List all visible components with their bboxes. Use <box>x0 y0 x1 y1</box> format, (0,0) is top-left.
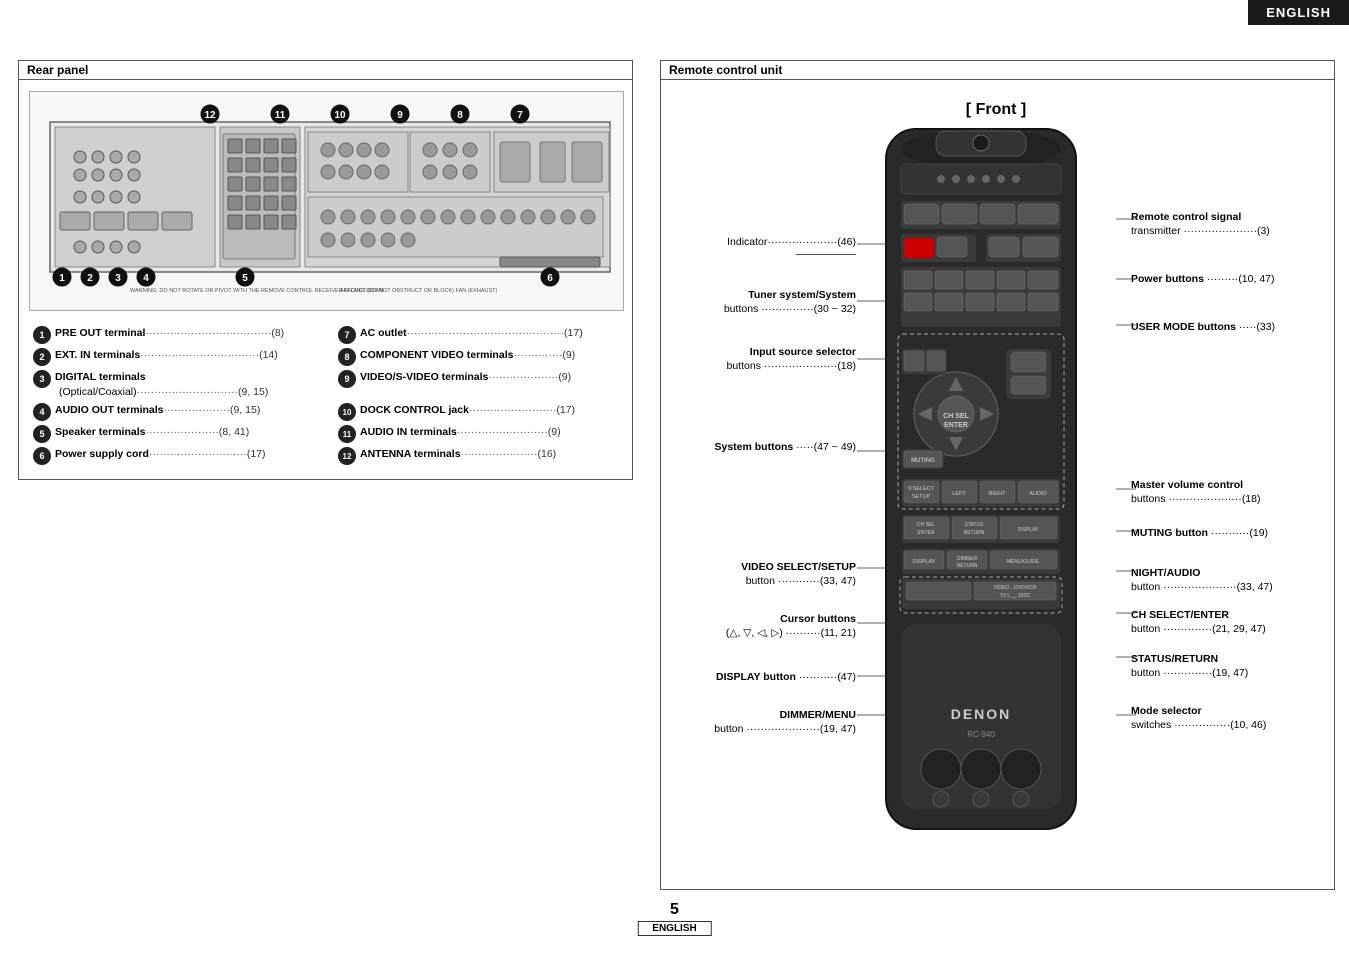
page-language-label: ENGLISH <box>637 921 711 936</box>
rear-panel-diagram: 1 2 3 4 5 6 7 8 9 <box>29 91 624 311</box>
svg-text:DENON: DENON <box>951 706 1012 722</box>
svg-text:STATUS: STATUS <box>965 522 985 528</box>
svg-text:SETUP: SETUP <box>912 494 931 500</box>
svg-text:1: 1 <box>59 273 65 284</box>
svg-text:RETURN: RETURN <box>964 530 985 536</box>
rear-item-pre-out: 1 PRE OUT terminal······················… <box>33 326 318 344</box>
item-number-6: 6 <box>33 447 51 465</box>
item-number-4: 4 <box>33 403 51 421</box>
svg-text:AIR DUCT (DO NOT OBSTRUCT OR B: AIR DUCT (DO NOT OBSTRUCT OR BLOCK) FAN … <box>340 288 498 294</box>
svg-text:DISPLAY: DISPLAY <box>1018 527 1039 533</box>
rear-item-audio-in: 11 AUDIO IN terminals···················… <box>338 425 623 443</box>
svg-text:9: 9 <box>397 110 403 121</box>
item-number-12: 12 <box>338 447 356 465</box>
rear-item-video-svideo: 9 VIDEO/S-VIDEO terminals···············… <box>338 370 623 399</box>
svg-text:2: 2 <box>87 273 93 284</box>
label-status-return: STATUS/RETURN button ··············(19, … <box>1131 653 1321 680</box>
english-badge: ENGLISH <box>1248 0 1349 25</box>
rear-item-power-cord: 6 Power supply cord·····················… <box>33 447 318 465</box>
remote-panel-title: Remote control unit <box>661 61 1334 80</box>
svg-text:3: 3 <box>115 273 121 284</box>
item-number-11: 11 <box>338 425 356 443</box>
label-master-volume: Master volume control buttons ··········… <box>1131 479 1321 506</box>
item-number-2: 2 <box>33 348 51 366</box>
svg-text:RIGHT: RIGHT <box>988 491 1006 497</box>
svg-text:8: 8 <box>457 110 463 121</box>
svg-text:TV L __ DISC: TV L __ DISC <box>1000 593 1031 599</box>
svg-text:5: 5 <box>242 273 248 284</box>
remote-control-svg: CH SEL ENTER MUTING V.SELECT SETUP LEFT … <box>846 119 1116 869</box>
rear-panel-section: Rear panel <box>18 60 633 480</box>
remote-diagram: [ Front ] <box>671 91 1321 881</box>
item-number-9: 9 <box>338 370 356 388</box>
svg-text:V.SELECT: V.SELECT <box>908 486 935 492</box>
label-input-source: Input source selector buttons ··········… <box>671 346 856 373</box>
label-display-button: DISPLAY button ···········(47) <box>671 671 856 685</box>
svg-text:7: 7 <box>517 110 523 121</box>
label-muting: MUTING button ···········(19) <box>1131 527 1321 541</box>
rear-item-ext-in: 2 EXT. IN terminals·····················… <box>33 348 318 366</box>
label-ch-select: CH SELECT/ENTER button ··············(21… <box>1131 609 1321 636</box>
svg-text:AUDIO: AUDIO <box>1029 491 1047 497</box>
label-indicator-text: Indicator <box>727 236 767 248</box>
rear-panel-svg: 1 2 3 4 5 6 7 8 9 <box>30 92 624 311</box>
item-number-10: 10 <box>338 403 356 421</box>
item-number-8: 8 <box>338 348 356 366</box>
item-number-7: 7 <box>338 326 356 344</box>
label-rc-signal: Remote control signal transmitter ······… <box>1131 211 1321 238</box>
svg-text:CH SEL: CH SEL <box>943 413 969 420</box>
svg-text:RETURN: RETURN <box>957 563 978 569</box>
svg-text:MUTING: MUTING <box>911 458 935 464</box>
svg-text:LEFT: LEFT <box>952 491 966 497</box>
svg-text:DIMMER: DIMMER <box>957 556 978 562</box>
label-video-select: VIDEO SELECT/SETUP button ············(3… <box>671 561 856 588</box>
page-number: 5 <box>637 901 711 919</box>
label-system-buttons: System buttons ·····(47 ~ 49) <box>671 441 856 455</box>
label-user-mode: USER MODE buttons ·····(33) <box>1131 321 1321 335</box>
item-number-5: 5 <box>33 425 51 443</box>
label-tuner-system: Tuner system/System buttons ············… <box>671 289 856 316</box>
svg-text:ENTER: ENTER <box>944 422 968 429</box>
rear-item-digital: 3 DIGITAL terminals(Optical/Coaxial)····… <box>33 370 318 399</box>
label-dimmer-menu: DIMMER/MENU button ·····················… <box>671 709 856 736</box>
rear-item-dock-control: 10 DOCK CONTROL jack····················… <box>338 403 623 421</box>
rear-item-antenna: 12 ANTENNA terminals····················… <box>338 447 623 465</box>
svg-text:6: 6 <box>547 273 553 284</box>
label-night-audio: NIGHT/AUDIO button ·····················… <box>1131 567 1321 594</box>
svg-text:10: 10 <box>334 110 346 121</box>
label-indicator: Indicator····················(46) <box>671 236 856 259</box>
remote-panel-section: Remote control unit [ Front ] <box>660 60 1335 890</box>
svg-text:VIDEO→DVD/VCR: VIDEO→DVD/VCR <box>993 585 1036 591</box>
svg-text:RC-940: RC-940 <box>967 730 995 739</box>
label-cursor-buttons: Cursor buttons (△, ▽, ◁, ▷) ··········(1… <box>671 613 856 640</box>
svg-text:11: 11 <box>275 110 286 121</box>
svg-text:CH SEL: CH SEL <box>917 522 935 528</box>
rear-item-audio-out: 4 AUDIO OUT terminals···················… <box>33 403 318 421</box>
rear-item-speaker: 5 Speaker terminals·····················… <box>33 425 318 443</box>
page-number-section: 5 ENGLISH <box>637 901 711 936</box>
rear-item-component-video: 8 COMPONENT VIDEO terminals·············… <box>338 348 623 366</box>
label-mode-selector: Mode selector switches ················(… <box>1131 705 1321 732</box>
rear-item-ac-outlet: 7 AC outlet·····························… <box>338 326 623 344</box>
front-label: [ Front ] <box>966 101 1026 119</box>
rear-panel-items: 1 PRE OUT terminal······················… <box>33 326 623 465</box>
svg-text:4: 4 <box>143 273 149 284</box>
label-power-buttons: Power buttons ·········(10, 47) <box>1131 273 1321 287</box>
rear-panel-title: Rear panel <box>19 61 632 80</box>
svg-text:12: 12 <box>204 110 216 121</box>
item-number-3: 3 <box>33 370 51 388</box>
svg-text:MENU/GUIDE: MENU/GUIDE <box>1007 559 1040 565</box>
item-number-1: 1 <box>33 326 51 344</box>
svg-text:ENTER: ENTER <box>918 530 935 536</box>
svg-text:DISPLAY: DISPLAY <box>913 559 936 565</box>
